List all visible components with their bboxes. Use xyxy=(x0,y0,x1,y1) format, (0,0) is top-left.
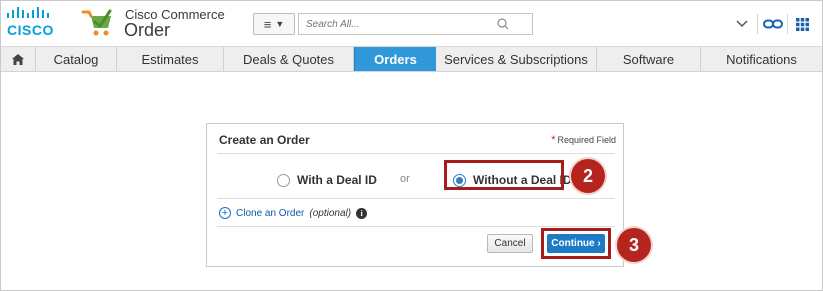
clone-optional-label: (optional) xyxy=(309,207,352,219)
info-icon[interactable]: i xyxy=(356,207,368,219)
link-icon xyxy=(762,19,783,29)
nav-home[interactable] xyxy=(1,47,36,71)
search-icon[interactable] xyxy=(496,17,510,31)
plus-circle-icon: + xyxy=(219,207,231,219)
cart-icon xyxy=(81,9,112,36)
grid-icon xyxy=(796,17,809,31)
required-field-note: * Required Field xyxy=(551,134,616,146)
nav-estimates[interactable]: Estimates xyxy=(117,47,224,71)
radio-with-deal-id-label: With a Deal ID xyxy=(297,173,377,187)
user-menu-chevron[interactable] xyxy=(727,14,757,34)
or-separator: or xyxy=(400,173,410,185)
create-order-dialog: Create an Order * Required Field With a D… xyxy=(206,123,624,267)
app-header: CISCO Cisco Commerce Order ≡ ▼ xyxy=(1,1,822,46)
divider xyxy=(217,226,615,227)
step-badge-2: 2 xyxy=(571,159,605,193)
nav-notifications[interactable]: Notifications xyxy=(701,47,822,71)
nav-catalog[interactable]: Catalog xyxy=(36,47,117,71)
dialog-title: Create an Order xyxy=(219,133,310,147)
step-badge-3: 3 xyxy=(617,228,651,262)
radio-with-deal-id[interactable]: With a Deal ID xyxy=(277,173,377,187)
hamburger-icon: ≡ xyxy=(263,16,272,32)
continue-button[interactable]: Continue › xyxy=(547,234,605,253)
required-field-label: Required Field xyxy=(557,135,616,145)
link-button[interactable] xyxy=(757,14,787,34)
clone-order-label: Clone an Order xyxy=(236,207,305,219)
caret-down-icon: ▼ xyxy=(275,19,285,29)
highlight-box-without-deal-id xyxy=(444,160,564,190)
search-input[interactable] xyxy=(299,14,499,34)
divider xyxy=(217,198,615,199)
cancel-button[interactable]: Cancel xyxy=(487,234,533,253)
nav-software[interactable]: Software xyxy=(597,47,701,71)
main-nav: Catalog Estimates Deals & Quotes Orders … xyxy=(1,46,822,72)
app-window: CISCO Cisco Commerce Order ≡ ▼ Search Al… xyxy=(0,0,823,291)
home-icon xyxy=(12,53,24,65)
nav-orders[interactable]: Orders xyxy=(354,47,436,71)
search-box xyxy=(298,13,533,35)
header-tools xyxy=(727,14,817,34)
nav-services-subscriptions[interactable]: Services & Subscriptions xyxy=(436,47,597,71)
nav-deals-quotes[interactable]: Deals & Quotes xyxy=(224,47,354,71)
brand-title: Order xyxy=(124,20,171,40)
apps-grid-button[interactable] xyxy=(787,14,817,34)
chevron-down-icon xyxy=(736,20,748,28)
clone-order-link[interactable]: + Clone an Order (optional) i xyxy=(219,207,368,219)
divider xyxy=(217,153,615,154)
search-scope-menu-button[interactable]: ≡ ▼ xyxy=(253,13,295,35)
cisco-wordmark: CISCO xyxy=(7,22,54,38)
radio-circle[interactable] xyxy=(277,173,290,187)
required-star: * xyxy=(551,134,556,146)
